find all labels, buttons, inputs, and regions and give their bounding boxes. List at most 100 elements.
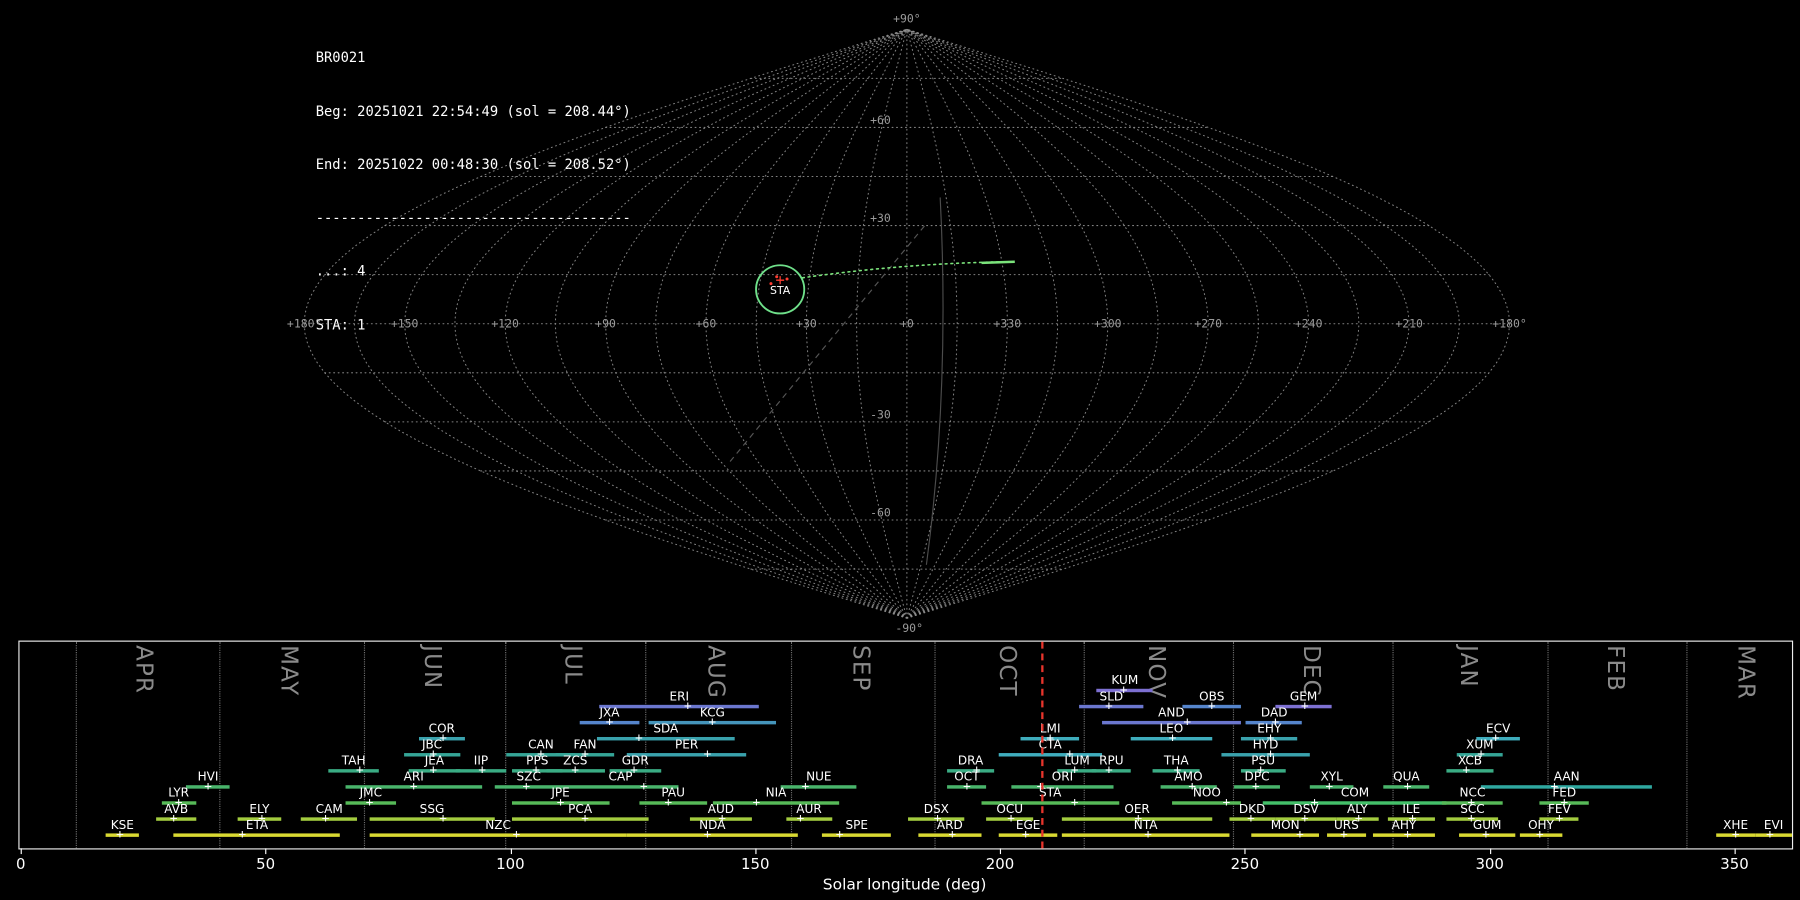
shower-code-label: OHY [1528, 818, 1554, 833]
longitude-label: +30 [796, 317, 817, 331]
longitude-label: +300 [1094, 317, 1122, 331]
shower-code-label: PER [674, 738, 699, 752]
shower-bar [511, 817, 649, 821]
shower-code-label: XCB [1457, 754, 1483, 768]
current-sol-line [1041, 641, 1044, 849]
shower-bar [1172, 801, 1242, 805]
radiant-drift-line [801, 260, 1014, 279]
shower-code-label: SCC [1460, 802, 1485, 817]
x-tick-label: 350 [1720, 856, 1749, 874]
shower-code-label: PAU [661, 786, 685, 801]
shower-code-label: SPE [845, 818, 869, 833]
shower-peak-marker: + [835, 826, 844, 842]
shower-code-label: NTA [1133, 818, 1158, 833]
shower-code-label: SLD [1099, 689, 1124, 704]
shower-code-label: GUM [1472, 818, 1502, 833]
meteor-marker [785, 277, 789, 281]
shower-code-label: AMO [1174, 770, 1203, 785]
longitude-label: +240 [1295, 317, 1323, 331]
shower-code-label: NOO [1192, 786, 1221, 801]
x-tick-mark [755, 848, 757, 855]
shower-code-label: SDA [653, 722, 679, 736]
latitude-label: +60 [870, 113, 891, 127]
longitude-label: +330 [994, 317, 1022, 331]
shower-bar [785, 817, 833, 821]
shower-code-label: DAD [1260, 705, 1288, 720]
shower-code-label: ELY [249, 802, 270, 817]
x-tick-mark [1000, 848, 1002, 855]
shower-code-label: ZCS [563, 754, 588, 768]
shower-bar [626, 833, 799, 837]
shower-code-label: IIP [473, 754, 489, 768]
shower-bar [327, 769, 380, 773]
shower-bar [780, 785, 857, 789]
shower-code-label: SSG [419, 802, 445, 817]
month-label: JAN [1455, 645, 1483, 688]
longitude-label: +60 [696, 317, 717, 331]
shower-code-label: GDR [621, 754, 649, 768]
shower-peak-marker: + [752, 794, 761, 810]
sky-map: +180° +150 +120 +90 +60 +30 +0 +330 +300 +270 +240… [287, 11, 1527, 635]
shower-code-label: LUM [1064, 754, 1090, 768]
shower-code-label: DSV [1293, 802, 1319, 817]
shower-peak-marker: + [635, 730, 643, 746]
month-boundary-line [75, 641, 77, 849]
shower-peak-marker: + [512, 826, 521, 842]
south-pole-label: -90° [895, 621, 923, 635]
month-boundary-line [1686, 641, 1688, 849]
shower-code-label: NIA [765, 786, 787, 801]
shower-code-label: JMC [359, 786, 383, 801]
shower-code-label: PPS [526, 754, 549, 768]
shower-code-label: ARD [936, 818, 963, 833]
shower-code-label: PSU [1251, 754, 1276, 768]
x-tick-mark [1734, 848, 1736, 855]
shower-code-label: DRA [957, 754, 984, 768]
shower-code-label: ERI [669, 689, 690, 704]
shower-peak-marker: + [703, 746, 712, 762]
month-boundary-line [504, 641, 506, 849]
shower-code-label: KCG [699, 705, 725, 720]
shower-code-label: NUE [806, 770, 832, 785]
longitude-label: +270 [1194, 317, 1222, 331]
x-tick-label: 300 [1475, 856, 1504, 874]
shower-bar [597, 736, 735, 741]
latitude-label: +30 [870, 211, 891, 225]
shower-code-label: TAH [341, 754, 366, 768]
shower-code-label: AVB [164, 802, 189, 817]
shower-code-label: AND [1158, 705, 1185, 720]
month-label: OCT [994, 645, 1022, 697]
month-label: JUN [419, 645, 447, 690]
shower-code-label: OCU [996, 802, 1024, 817]
latitude-label: -30 [870, 407, 891, 421]
x-tick-label: 200 [985, 856, 1015, 874]
radiant-code-label: STA [770, 284, 791, 297]
meteor-marker [775, 275, 779, 279]
shower-code-label: LEO [1159, 722, 1184, 736]
longitude-label: +90 [595, 317, 616, 331]
shower-code-label: FEV [1547, 802, 1571, 817]
shower-peak-marker: + [1222, 794, 1231, 810]
shower-bar [638, 801, 708, 805]
shower-code-label: AHY [1391, 818, 1417, 833]
shower-code-label: JXA [599, 705, 620, 720]
shower-code-label: XYL [1320, 770, 1343, 785]
shower-code-label: KSE [110, 818, 134, 833]
x-tick-mark [1489, 848, 1491, 855]
shower-code-label: URS [1333, 818, 1359, 833]
shower-code-label: NCC [1459, 786, 1486, 801]
shower-bar [1010, 785, 1114, 789]
shower-code-label: DKD [1238, 802, 1266, 817]
x-tick-mark [265, 848, 267, 855]
north-pole-label: +90° [893, 11, 921, 25]
shower-code-label: ETA [245, 818, 269, 833]
shower-code-label: LYR [168, 786, 190, 801]
longitude-label: +180° [287, 317, 322, 331]
x-tick-label: 250 [1230, 856, 1260, 874]
shower-code-label: FED [1552, 786, 1577, 801]
shower-bar [173, 833, 341, 837]
shower-code-label: EVI [1763, 818, 1784, 833]
x-tick-label: 50 [256, 856, 276, 874]
ecliptic-reference-line [729, 224, 926, 462]
meteor-marker [769, 282, 773, 286]
x-tick-label: 0 [16, 856, 26, 874]
